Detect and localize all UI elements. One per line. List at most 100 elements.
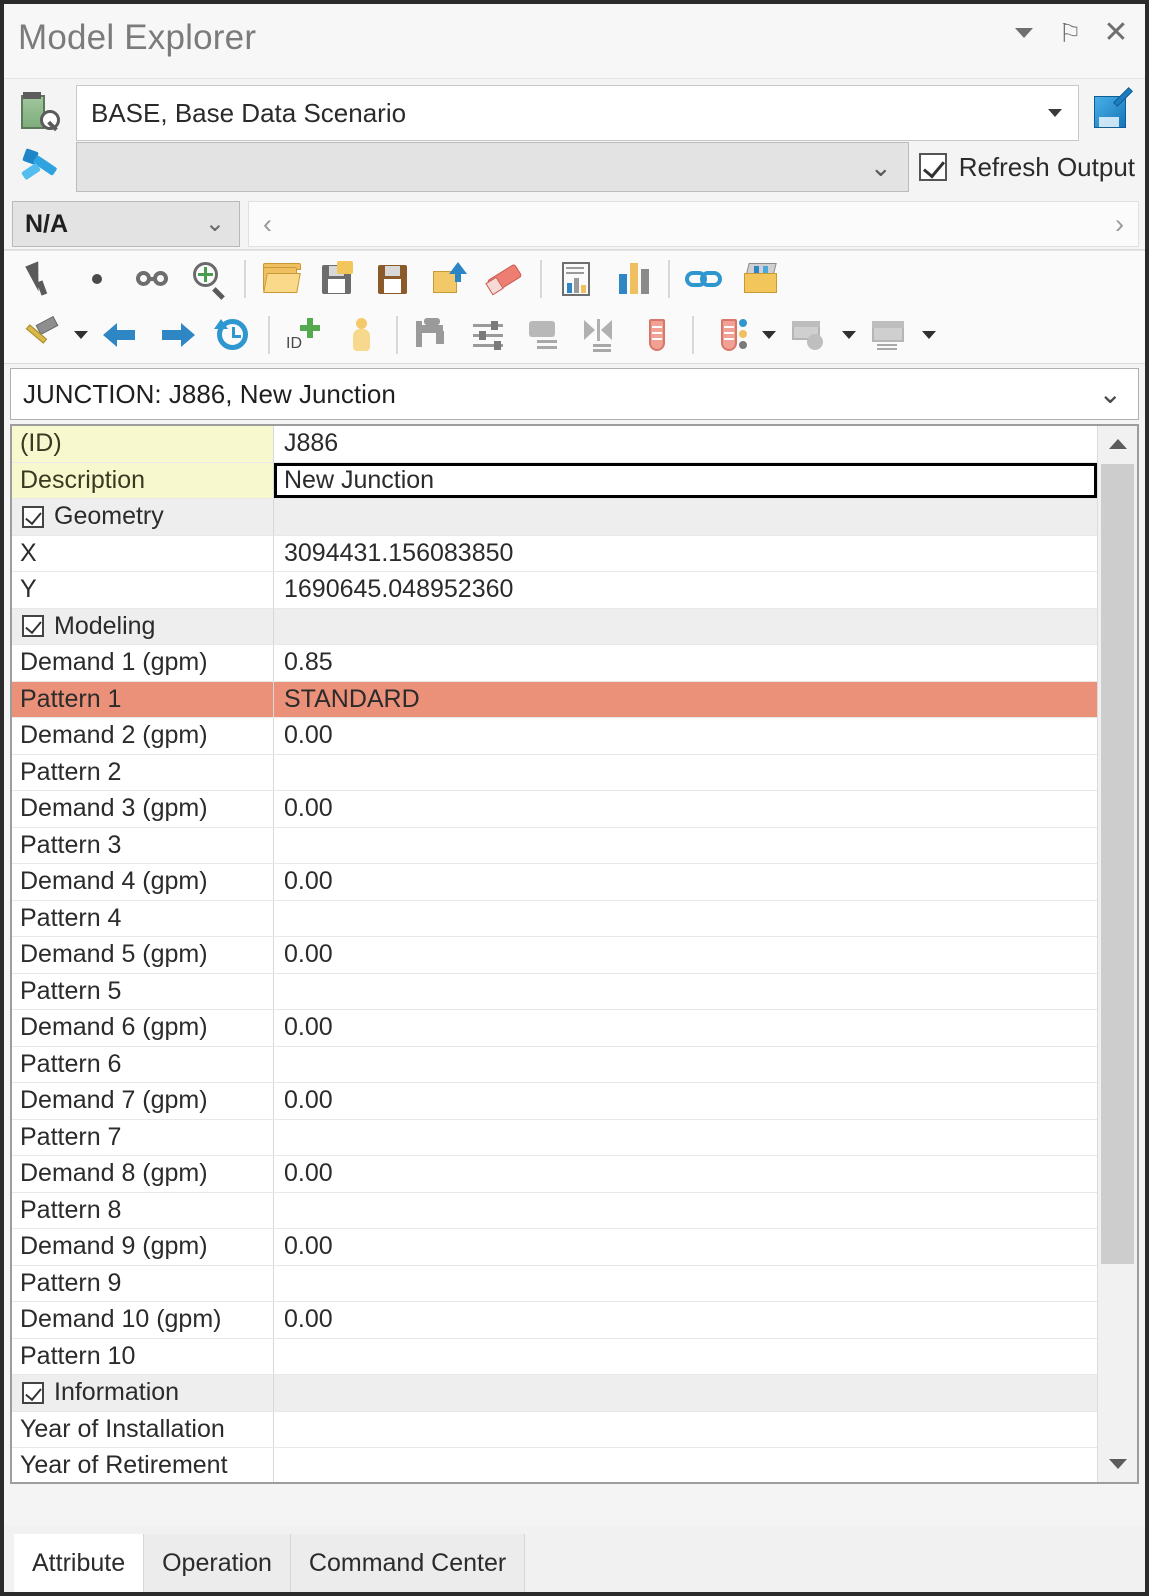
property-value[interactable]: New Junction <box>274 462 1097 498</box>
property-row[interactable]: Pattern 1 STANDARD <box>12 681 1097 718</box>
property-row[interactable]: Year of Retirement <box>12 1448 1097 1482</box>
scroll-down-button[interactable] <box>1098 1446 1137 1482</box>
property-value[interactable]: 0.00 <box>274 1156 1097 1192</box>
property-row[interactable]: Demand 7 (gpm) 0.00 <box>12 1083 1097 1120</box>
tap-button[interactable] <box>406 309 460 361</box>
property-value[interactable]: 0.00 <box>274 1083 1097 1119</box>
property-row[interactable]: Demand 1 (gpm) 0.85 <box>12 645 1097 682</box>
refresh-output-toggle[interactable]: Refresh Output <box>918 152 1145 183</box>
property-row[interactable]: Y 1690645.048952360 <box>12 572 1097 609</box>
property-row[interactable]: Description New Junction <box>12 462 1097 499</box>
property-value[interactable] <box>274 828 1097 864</box>
pin-button[interactable]: ⚐ <box>1057 18 1083 48</box>
property-row[interactable]: Information <box>12 1375 1097 1412</box>
briefcase-button[interactable] <box>734 253 788 305</box>
property-value[interactable] <box>274 755 1097 791</box>
property-row[interactable]: Demand 2 (gpm) 0.00 <box>12 718 1097 755</box>
property-value[interactable]: 3094431.156083850 <box>274 536 1097 572</box>
element-selector[interactable]: JUNCTION: J886, New Junction ⌄ <box>10 368 1139 420</box>
property-row[interactable]: Demand 10 (gpm) 0.00 <box>12 1302 1097 1339</box>
property-value[interactable] <box>274 1193 1097 1229</box>
property-row[interactable]: (ID) J886 <box>12 426 1097 463</box>
property-row[interactable]: Pattern 6 <box>12 1046 1097 1083</box>
property-value[interactable] <box>274 1266 1097 1302</box>
select-arrow-button[interactable] <box>14 253 68 305</box>
category-expand-checkbox[interactable] <box>22 505 44 528</box>
property-value[interactable] <box>274 499 1097 535</box>
property-row[interactable]: Demand 4 (gpm) 0.00 <box>12 864 1097 901</box>
save-as-button[interactable] <box>310 253 364 305</box>
point-dot-button[interactable] <box>70 253 124 305</box>
tab-command-center[interactable]: Command Center <box>290 1534 526 1592</box>
property-value[interactable] <box>274 1339 1097 1375</box>
property-value[interactable]: 1690645.048952360 <box>274 572 1097 608</box>
report-button[interactable] <box>550 253 604 305</box>
table-window-button[interactable] <box>862 309 916 361</box>
property-row[interactable]: Pattern 3 <box>12 827 1097 864</box>
property-row[interactable]: Demand 8 (gpm) 0.00 <box>12 1156 1097 1193</box>
forward-button[interactable] <box>150 309 204 361</box>
property-row[interactable]: Demand 6 (gpm) 0.00 <box>12 1010 1097 1047</box>
refresh-output-checkbox[interactable] <box>918 153 947 181</box>
property-value[interactable] <box>274 1412 1097 1448</box>
group-button[interactable] <box>518 309 572 361</box>
flask-dropdown-button[interactable] <box>758 309 780 361</box>
property-value[interactable]: 0.00 <box>274 718 1097 754</box>
person-button[interactable] <box>334 309 388 361</box>
scenario-dropdown-arrow[interactable] <box>1038 86 1072 140</box>
property-value[interactable]: J886 <box>274 426 1097 462</box>
property-row[interactable]: Pattern 2 <box>12 754 1097 791</box>
edit-scenario-button[interactable] <box>1083 85 1145 141</box>
property-value[interactable] <box>274 1047 1097 1083</box>
property-row[interactable]: Geometry <box>12 499 1097 536</box>
property-value[interactable] <box>274 974 1097 1010</box>
split-button[interactable] <box>574 309 628 361</box>
close-button[interactable]: ✕ <box>1103 18 1129 48</box>
property-row[interactable]: Demand 3 (gpm) 0.00 <box>12 791 1097 828</box>
restore-button[interactable] <box>422 253 476 305</box>
category-expand-checkbox[interactable] <box>22 615 44 638</box>
scrollbar-thumb[interactable] <box>1101 464 1134 1264</box>
property-value[interactable] <box>274 1448 1097 1482</box>
eraser-button[interactable] <box>478 253 532 305</box>
flask-scenario-button[interactable] <box>702 309 756 361</box>
property-grid-scrollbar[interactable] <box>1097 426 1137 1482</box>
property-value[interactable]: 0.00 <box>274 864 1097 900</box>
back-button[interactable] <box>94 309 148 361</box>
property-row[interactable]: X 3094431.156083850 <box>12 535 1097 572</box>
save-button[interactable] <box>366 253 420 305</box>
property-value[interactable] <box>274 608 1097 644</box>
bar-chart-button[interactable] <box>606 253 660 305</box>
sliders-button[interactable] <box>462 309 516 361</box>
scroll-up-button[interactable] <box>1098 426 1137 462</box>
glasses-button[interactable] <box>126 253 180 305</box>
history-button[interactable] <box>206 309 260 361</box>
link-button[interactable] <box>678 253 732 305</box>
property-row[interactable]: Pattern 8 <box>12 1192 1097 1229</box>
filter-select[interactable]: ⌄ <box>76 142 909 192</box>
open-folder-button[interactable] <box>254 253 308 305</box>
property-row[interactable]: Demand 5 (gpm) 0.00 <box>12 937 1097 974</box>
table-window-dropdown-button[interactable] <box>918 309 940 361</box>
property-value[interactable]: STANDARD <box>274 681 1097 717</box>
menu-dropdown-button[interactable] <box>1011 18 1037 48</box>
tab-attribute[interactable]: Attribute <box>14 1534 145 1592</box>
flask-button[interactable] <box>630 309 684 361</box>
next-element-button[interactable]: › <box>1115 209 1124 240</box>
report-window-button[interactable] <box>782 309 836 361</box>
tab-operation[interactable]: Operation <box>144 1534 291 1592</box>
zoom-to-button[interactable] <box>182 253 236 305</box>
category-expand-checkbox[interactable] <box>22 1381 44 1404</box>
add-id-button[interactable]: ID <box>278 309 332 361</box>
property-value[interactable]: 0.85 <box>274 645 1097 681</box>
property-value[interactable] <box>274 1120 1097 1156</box>
property-row[interactable]: Pattern 9 <box>12 1265 1097 1302</box>
scenario-select[interactable]: BASE, Base Data Scenario <box>76 85 1079 141</box>
property-value[interactable]: 0.00 <box>274 791 1097 827</box>
property-row[interactable]: Pattern 10 <box>12 1338 1097 1375</box>
property-row[interactable]: Year of Installation <box>12 1411 1097 1448</box>
property-value[interactable]: 0.00 <box>274 1229 1097 1265</box>
property-row[interactable]: Modeling <box>12 608 1097 645</box>
property-row[interactable]: Demand 9 (gpm) 0.00 <box>12 1229 1097 1266</box>
element-type-select[interactable]: N/A ⌄ <box>12 201 240 247</box>
